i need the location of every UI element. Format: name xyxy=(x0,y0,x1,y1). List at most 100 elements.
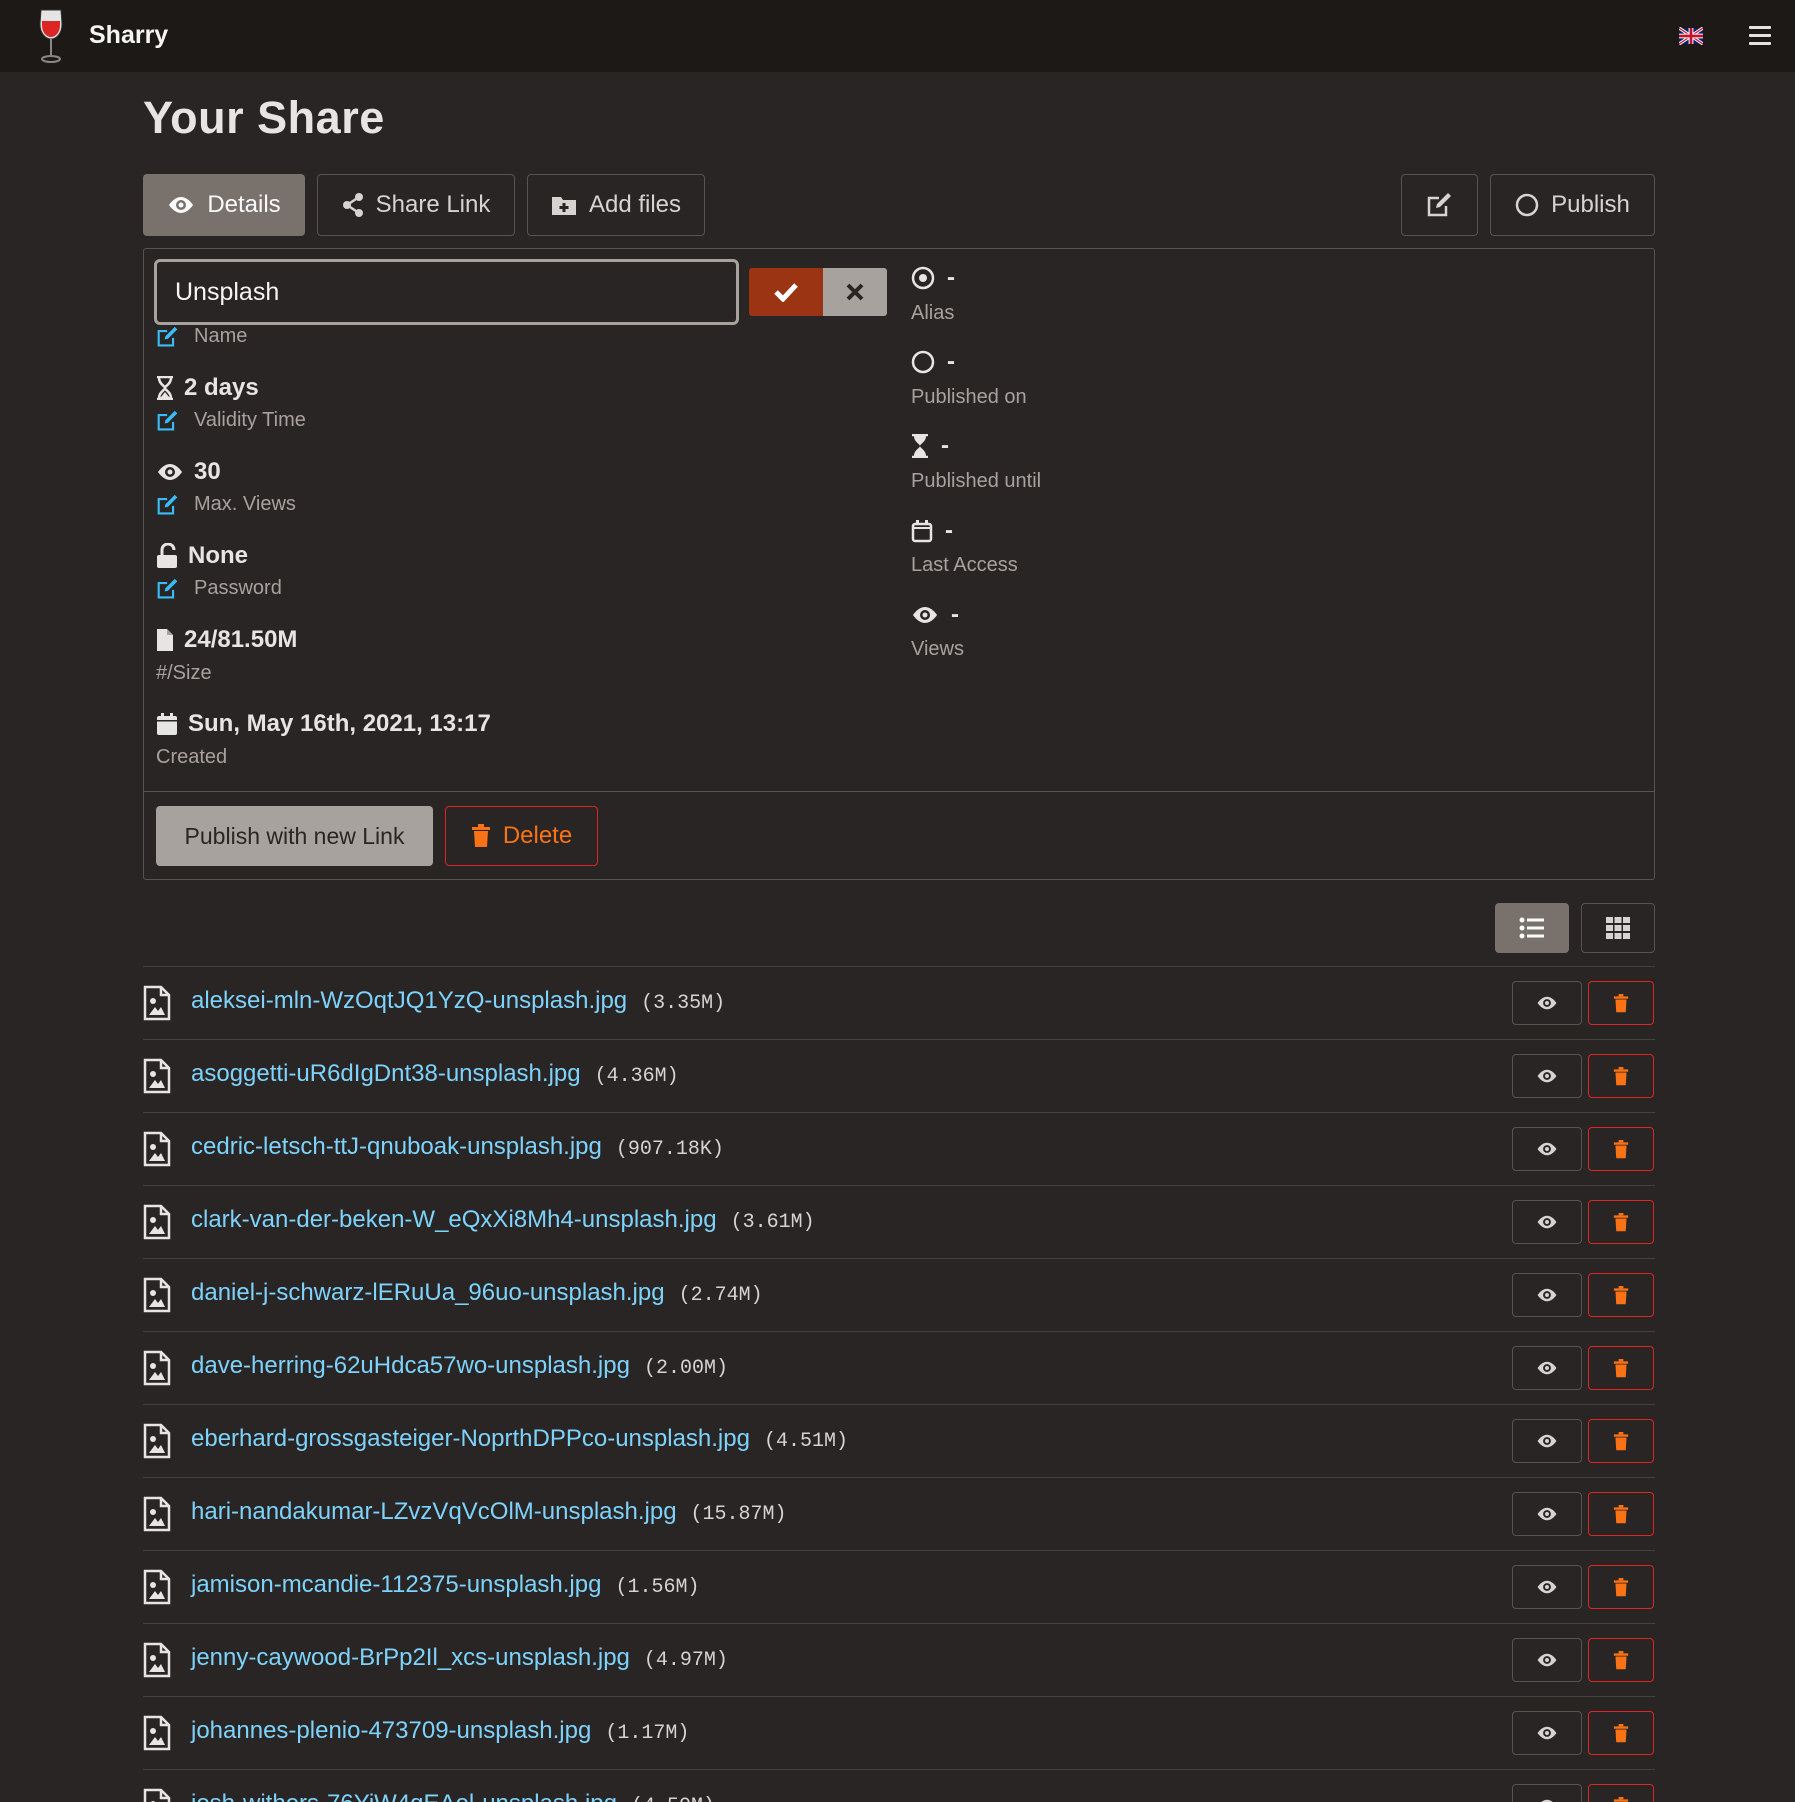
file-name-link[interactable]: johannes-plenio-473709-unsplash.jpg (1.17… xyxy=(191,1717,689,1745)
delete-file-button[interactable] xyxy=(1588,981,1654,1025)
publish-button[interactable]: Publish xyxy=(1490,174,1655,236)
file-image-icon xyxy=(143,1277,171,1313)
preview-file-button[interactable] xyxy=(1512,1127,1582,1171)
cancel-name-button[interactable] xyxy=(823,268,887,316)
file-name-link[interactable]: asoggetti-uR6dIgDnt38-unsplash.jpg (4.36M… xyxy=(191,1060,679,1088)
app-title[interactable]: Sharry xyxy=(89,21,168,50)
delete-file-button[interactable] xyxy=(1588,1054,1654,1098)
preview-file-button[interactable] xyxy=(1512,1711,1582,1755)
file-name-link[interactable]: clark-van-der-beken-W_eQxXi8Mh4-unsplash… xyxy=(191,1206,815,1234)
file-name-link[interactable]: hari-nandakumar-LZvzVqVcOlM-unsplash.jpg… xyxy=(191,1498,787,1526)
dot-circle-icon xyxy=(911,266,935,290)
file-name-link[interactable]: daniel-j-schwarz-lERuUa_96uo-unsplash.jp… xyxy=(191,1279,763,1307)
eye-icon xyxy=(1537,1288,1557,1302)
alias-value: - xyxy=(911,264,955,292)
delete-file-button[interactable] xyxy=(1588,1565,1654,1609)
file-size: (3.61M) xyxy=(730,1211,815,1234)
edit-validity-icon[interactable] xyxy=(156,410,180,432)
preview-file-button[interactable] xyxy=(1512,1054,1582,1098)
created-label: Created xyxy=(156,746,228,768)
preview-file-button[interactable] xyxy=(1512,1638,1582,1682)
tab-details[interactable]: Details xyxy=(143,174,305,236)
publish-new-link-button[interactable]: Publish with new Link xyxy=(156,806,433,866)
grid-view-button[interactable] xyxy=(1581,903,1655,953)
hourglass-end-icon xyxy=(912,434,928,458)
file-name[interactable]: clark-van-der-beken-W_eQxXi8Mh4-unsplash… xyxy=(191,1206,717,1233)
delete-file-button[interactable] xyxy=(1588,1638,1654,1682)
trash-icon xyxy=(1613,1358,1629,1377)
edit-max-views-icon[interactable] xyxy=(156,494,180,516)
tab-add-files[interactable]: Add files xyxy=(527,174,705,236)
file-name[interactable]: jenny-caywood-BrPp2Il_xcs-unsplash.jpg xyxy=(191,1644,630,1671)
eye-icon xyxy=(1537,1507,1557,1521)
file-list: aleksei-mln-WzOqtJQ1YzQ-unsplash.jpg (3.3… xyxy=(143,966,1655,1802)
created-field-label: Created xyxy=(156,746,227,769)
delete-share-button[interactable]: Delete xyxy=(445,806,598,866)
file-name-link[interactable]: eberhard-grossgasteiger-NoprthDPPco-unsp… xyxy=(191,1425,848,1453)
eye-icon xyxy=(1537,1361,1557,1375)
trash-icon xyxy=(1613,993,1629,1012)
list-view-button[interactable] xyxy=(1495,903,1569,953)
delete-file-button[interactable] xyxy=(1588,1419,1654,1463)
delete-file-button[interactable] xyxy=(1588,1492,1654,1536)
file-name[interactable]: daniel-j-schwarz-lERuUa_96uo-unsplash.jp… xyxy=(191,1279,665,1306)
published-until-value-text: - xyxy=(941,432,949,459)
share-name-input[interactable] xyxy=(154,259,739,325)
views-label: Views xyxy=(911,638,964,660)
validity-value: 2 days xyxy=(156,374,259,402)
confirm-name-button[interactable] xyxy=(749,268,823,316)
delete-file-button[interactable] xyxy=(1588,1711,1654,1755)
file-name-link[interactable]: jenny-caywood-BrPp2Il_xcs-unsplash.jpg (4… xyxy=(191,1644,728,1672)
delete-file-button[interactable] xyxy=(1588,1784,1654,1802)
eye-icon xyxy=(1537,1069,1557,1083)
alias-value-text: - xyxy=(947,264,955,291)
file-name[interactable]: josh-withers-76YiW4qEAol-unsplash.jpg xyxy=(191,1790,617,1802)
trash-icon xyxy=(1613,1139,1629,1158)
validity-label: Validity Time xyxy=(194,409,306,431)
file-name[interactable]: dave-herring-62uHdca57wo-unsplash.jpg xyxy=(191,1352,630,1379)
delete-file-button[interactable] xyxy=(1588,1200,1654,1244)
file-name[interactable]: johannes-plenio-473709-unsplash.jpg xyxy=(191,1717,591,1744)
file-image-icon xyxy=(143,1058,171,1094)
file-image-icon xyxy=(143,1715,171,1751)
trash-icon xyxy=(1613,1577,1629,1596)
tab-share-link[interactable]: Share Link xyxy=(317,174,515,236)
file-name-link[interactable]: josh-withers-76YiW4qEAol-unsplash.jpg (4.… xyxy=(191,1790,715,1802)
hamburger-menu-icon[interactable] xyxy=(1749,26,1771,46)
file-row: cedric-letsch-ttJ-qnuboak-unsplash.jpg (9… xyxy=(143,1112,1655,1185)
file-name[interactable]: jamison-mcandie-112375-unsplash.jpg xyxy=(191,1571,601,1598)
published-on-value: - xyxy=(911,348,955,376)
edit-password-icon[interactable] xyxy=(156,578,180,600)
preview-file-button[interactable] xyxy=(1512,1784,1582,1802)
wine-glass-icon[interactable] xyxy=(34,8,68,66)
preview-file-button[interactable] xyxy=(1512,1492,1582,1536)
file-row: dave-herring-62uHdca57wo-unsplash.jpg (2.… xyxy=(143,1331,1655,1404)
preview-file-button[interactable] xyxy=(1512,1200,1582,1244)
file-name[interactable]: aleksei-mln-WzOqtJQ1YzQ-unsplash.jpg xyxy=(191,987,627,1014)
folder-plus-icon xyxy=(551,197,576,215)
delete-file-button[interactable] xyxy=(1588,1346,1654,1390)
preview-file-button[interactable] xyxy=(1512,1346,1582,1390)
edit-button[interactable] xyxy=(1401,174,1478,236)
preview-file-button[interactable] xyxy=(1512,1273,1582,1317)
trash-icon xyxy=(1613,1504,1629,1523)
file-name[interactable]: eberhard-grossgasteiger-NoprthDPPco-unsp… xyxy=(191,1425,750,1452)
file-name[interactable]: hari-nandakumar-LZvzVqVcOlM-unsplash.jpg xyxy=(191,1498,677,1525)
file-name-link[interactable]: aleksei-mln-WzOqtJQ1YzQ-unsplash.jpg (3.3… xyxy=(191,987,725,1015)
preview-file-button[interactable] xyxy=(1512,1565,1582,1609)
file-name[interactable]: cedric-letsch-ttJ-qnuboak-unsplash.jpg xyxy=(191,1133,602,1160)
preview-file-button[interactable] xyxy=(1512,981,1582,1025)
trash-icon xyxy=(1613,1650,1629,1669)
delete-file-button[interactable] xyxy=(1588,1127,1654,1171)
preview-file-button[interactable] xyxy=(1512,1419,1582,1463)
file-row: clark-van-der-beken-W_eQxXi8Mh4-unsplash… xyxy=(143,1185,1655,1258)
delete-file-button[interactable] xyxy=(1588,1273,1654,1317)
file-name[interactable]: asoggetti-uR6dIgDnt38-unsplash.jpg xyxy=(191,1060,581,1087)
tab-details-label: Details xyxy=(207,191,281,218)
file-name-link[interactable]: cedric-letsch-ttJ-qnuboak-unsplash.jpg (9… xyxy=(191,1133,724,1161)
file-name-link[interactable]: jamison-mcandie-112375-unsplash.jpg (1.56… xyxy=(191,1571,699,1599)
edit-name-icon[interactable] xyxy=(156,326,180,348)
file-name-link[interactable]: dave-herring-62uHdca57wo-unsplash.jpg (2.… xyxy=(191,1352,728,1380)
uk-flag-icon[interactable] xyxy=(1679,27,1703,45)
trash-icon xyxy=(1613,1723,1629,1742)
